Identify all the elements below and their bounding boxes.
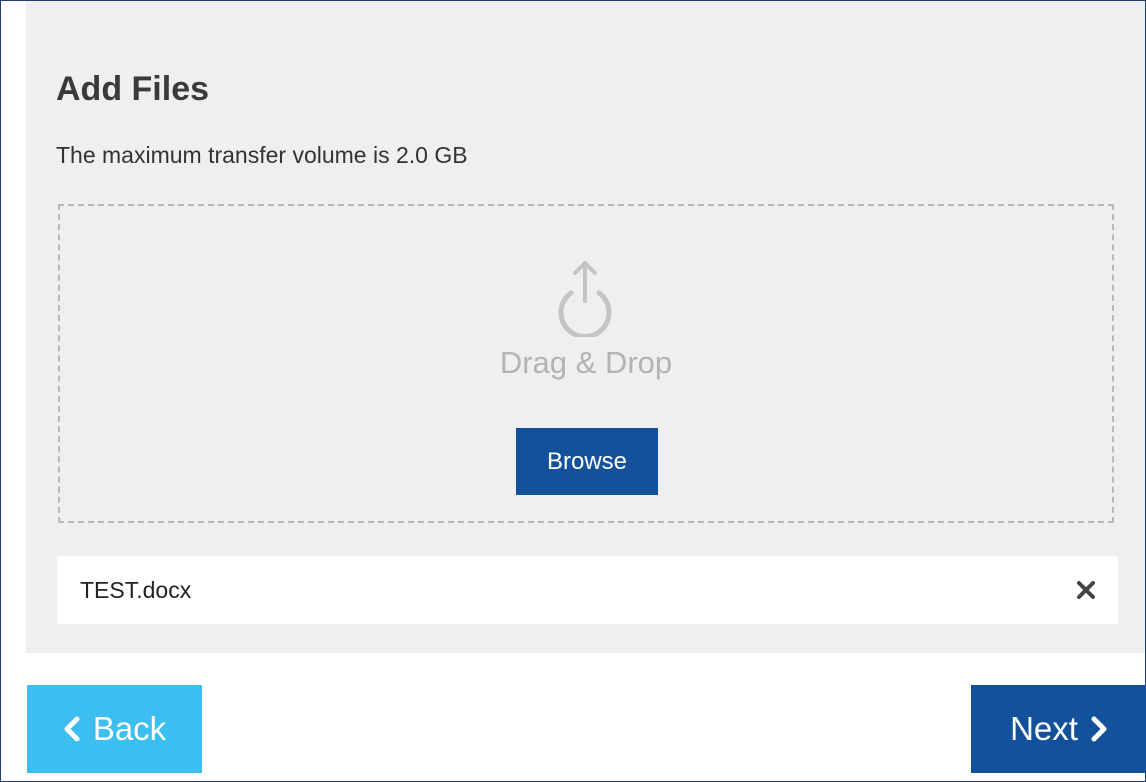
chevron-right-icon	[1091, 716, 1107, 742]
drag-drop-label: Drag & Drop	[499, 345, 673, 380]
back-button[interactable]: Back	[27, 685, 202, 773]
file-name: TEST.docx	[80, 577, 192, 603]
file-list-item: TEST.docx	[57, 556, 1118, 624]
close-icon[interactable]	[1074, 578, 1098, 602]
back-button-label: Back	[92, 710, 167, 747]
browse-button[interactable]: Browse	[516, 428, 658, 495]
chevron-left-icon	[64, 716, 80, 742]
upload-icon	[558, 261, 612, 337]
window-frame: Add Files The maximum transfer volume is…	[0, 0, 1146, 782]
transfer-limit-text: The maximum transfer volume is 2.0 GB	[56, 142, 468, 168]
next-button-label: Next	[1010, 710, 1078, 747]
next-button[interactable]: Next	[971, 685, 1146, 773]
page-title: Add Files	[56, 70, 210, 108]
